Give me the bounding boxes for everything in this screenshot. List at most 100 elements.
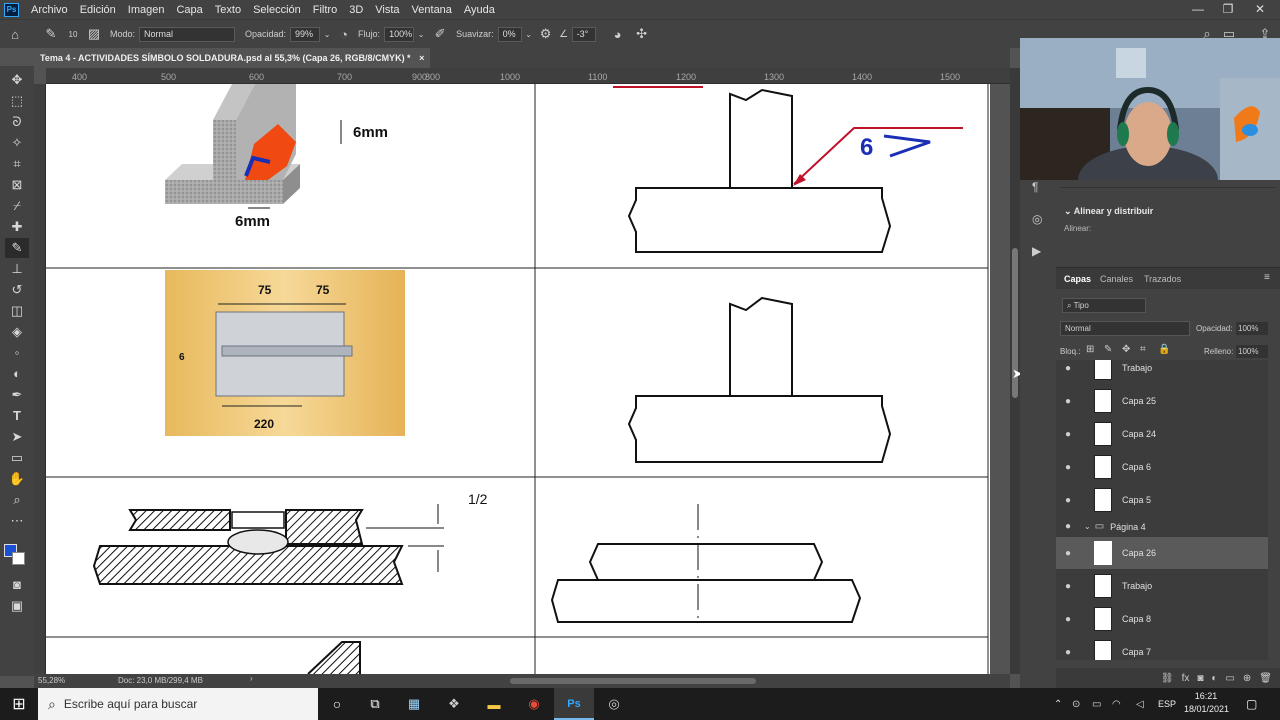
dodge-tool-icon[interactable]: ◐ [5, 364, 29, 384]
path-select-tool-icon[interactable]: ➤ [5, 427, 29, 447]
angle-field[interactable]: -3° [571, 26, 596, 42]
menu-3d[interactable]: 3D [343, 4, 369, 16]
chevron-down-icon[interactable]: ⌄ [522, 30, 536, 39]
brush-tool-icon[interactable]: ✎ [5, 238, 29, 258]
chevron-down-icon[interactable]: ⌄ [414, 30, 428, 39]
pressure-size-icon[interactable]: ◕ [604, 27, 632, 42]
eye-icon[interactable]: ● [1056, 581, 1080, 592]
menu-seleccion[interactable]: Selección [247, 4, 307, 16]
symmetry-icon[interactable]: ✣ [632, 26, 652, 42]
link-layers-icon[interactable]: ⛓ [1161, 673, 1174, 684]
photoshop-taskbar-icon[interactable]: Ps [554, 688, 594, 720]
restore-button[interactable]: ❐ [1212, 0, 1244, 19]
menu-ayuda[interactable]: Ayuda [458, 4, 501, 16]
paint-bucket-tool-icon[interactable]: ◈ [5, 322, 29, 342]
crop-tool-icon[interactable]: ⌗ [5, 154, 29, 174]
brush-preset-picker[interactable]: 10 [64, 30, 82, 39]
layer-row[interactable]: ● Capa 6 [1056, 451, 1268, 484]
chevron-down-icon[interactable]: ⌄ [1084, 522, 1091, 531]
obs-icon[interactable]: ◎ [594, 696, 634, 712]
eye-icon[interactable]: ● [1056, 548, 1080, 559]
tab-trazados[interactable]: Trazados [1144, 274, 1181, 284]
menu-imagen[interactable]: Imagen [122, 4, 171, 16]
layer-row[interactable]: ● Capa 5 [1056, 484, 1268, 517]
eye-icon[interactable]: ● [1056, 429, 1080, 440]
panel-menu-icon[interactable]: ≡ [1264, 272, 1270, 283]
pen-tool-icon[interactable]: ✒ [5, 385, 29, 405]
cortana-icon[interactable]: ○ [318, 696, 356, 712]
blend-mode-select[interactable]: Normal [1060, 321, 1190, 336]
menu-texto[interactable]: Texto [209, 4, 247, 16]
gear-icon[interactable]: ⚙ [536, 26, 556, 42]
brush-tool-icon[interactable]: ✎ [38, 26, 64, 42]
close-tab-icon[interactable]: × [419, 53, 424, 63]
tab-canales[interactable]: Canales [1100, 274, 1133, 284]
menu-edicion[interactable]: Edición [74, 4, 122, 16]
chevron-right-icon[interactable]: › [250, 674, 253, 683]
network-icon[interactable]: ⊙ [1072, 699, 1080, 710]
lock-move-icon[interactable]: ✥ [1122, 344, 1130, 355]
brush-settings-icon[interactable]: ▨ [82, 26, 106, 42]
flow-field[interactable]: 100% [384, 26, 415, 42]
quick-select-tool-icon[interactable]: ✧ [5, 133, 29, 153]
move-tool-icon[interactable]: ✥ [5, 70, 29, 90]
eye-icon[interactable]: ● [1056, 495, 1080, 506]
task-view-icon[interactable]: ⧉ [356, 696, 394, 712]
eye-icon[interactable]: ● [1056, 396, 1080, 407]
menu-ventana[interactable]: Ventana [406, 4, 458, 16]
layer-row[interactable]: ● Capa 25 [1056, 385, 1268, 418]
screen-mode-icon[interactable]: ▣ [5, 596, 29, 616]
close-button[interactable]: ✕ [1244, 0, 1276, 19]
taskbar-search-box[interactable]: ⌕ Escribe aquí para buscar [38, 688, 318, 720]
layer-row[interactable]: ● Trabajo [1056, 360, 1268, 385]
chrome-icon[interactable]: ◉ [514, 696, 554, 712]
eye-icon[interactable]: ● [1056, 462, 1080, 473]
lock-brush-icon[interactable]: ✎ [1104, 344, 1112, 355]
layer-mask-icon[interactable]: ◙ [1197, 673, 1203, 684]
rectangle-tool-icon[interactable]: ▭ [5, 448, 29, 468]
healing-tool-icon[interactable]: ✚ [5, 217, 29, 237]
lasso-tool-icon[interactable]: ᘐ [5, 112, 29, 132]
layer-row-selected[interactable]: ● Capa 26 [1056, 537, 1268, 570]
layer-fill-field[interactable]: 100% [1236, 345, 1268, 358]
document-tab[interactable]: Tema 4 - ACTIVIDADES SÍMBOLO SOLDADURA.p… [34, 48, 431, 68]
eraser-tool-icon[interactable]: ◫ [5, 301, 29, 321]
delete-layer-icon[interactable]: 🗑 [1259, 673, 1272, 684]
battery-icon[interactable]: ▭ [1092, 699, 1101, 710]
play-icon[interactable]: ▶ [1032, 244, 1041, 258]
adjustments-icon[interactable]: ◎ [1032, 212, 1042, 226]
home-icon[interactable]: ⌂ [0, 27, 30, 42]
layer-row[interactable]: ● Trabajo [1056, 570, 1268, 603]
notifications-icon[interactable]: ▢ [1246, 697, 1257, 711]
layer-style-icon[interactable]: fx [1182, 673, 1190, 684]
menu-archivo[interactable]: Archivo [25, 4, 74, 16]
chevron-down-icon[interactable]: ⌄ [320, 30, 334, 39]
type-tool-icon[interactable]: T [5, 406, 29, 426]
minimize-button[interactable]: — [1182, 0, 1214, 19]
eye-icon[interactable]: ● [1056, 363, 1080, 374]
zoom-level[interactable]: 55,28% [38, 676, 65, 685]
marquee-tool-icon[interactable]: ⬚ [5, 91, 29, 111]
new-group-icon[interactable]: ▭ [1225, 673, 1234, 684]
eye-icon[interactable]: ● [1056, 647, 1080, 658]
new-layer-icon[interactable]: ⊕ [1243, 673, 1251, 684]
wifi-icon[interactable]: ◠ [1112, 699, 1121, 710]
layer-row[interactable]: ● Capa 8 [1056, 603, 1268, 636]
menu-filtro[interactable]: Filtro [307, 4, 343, 16]
lock-pixels-icon[interactable]: ⊞ [1086, 344, 1094, 355]
document-canvas[interactable]: 6mm 6mm 6 75 75 6 220 1/2 [46, 84, 990, 674]
layer-row[interactable]: ● Capa 7 [1056, 636, 1268, 660]
zoom-tool-icon[interactable]: ⌕ [5, 490, 29, 510]
eyedropper-tool-icon[interactable]: ⌿ [5, 196, 29, 216]
stamp-tool-icon[interactable]: ⊥ [5, 259, 29, 279]
layer-opacity-field[interactable]: 100% [1236, 322, 1268, 335]
smooth-field[interactable]: 0% [497, 26, 522, 42]
airbrush-icon[interactable]: ✐ [428, 26, 452, 42]
chevron-up-icon[interactable]: ⌃ [1054, 699, 1062, 710]
file-explorer-icon[interactable]: ▬ [474, 697, 514, 712]
horizontal-scroll-thumb[interactable] [510, 678, 756, 684]
menu-capa[interactable]: Capa [170, 4, 208, 16]
layer-row[interactable]: ● Capa 24 [1056, 418, 1268, 451]
layer-group-row[interactable]: ● ⌄ ▭ Página 4 [1056, 517, 1268, 537]
pressure-opacity-icon[interactable]: ◔ [334, 27, 354, 42]
